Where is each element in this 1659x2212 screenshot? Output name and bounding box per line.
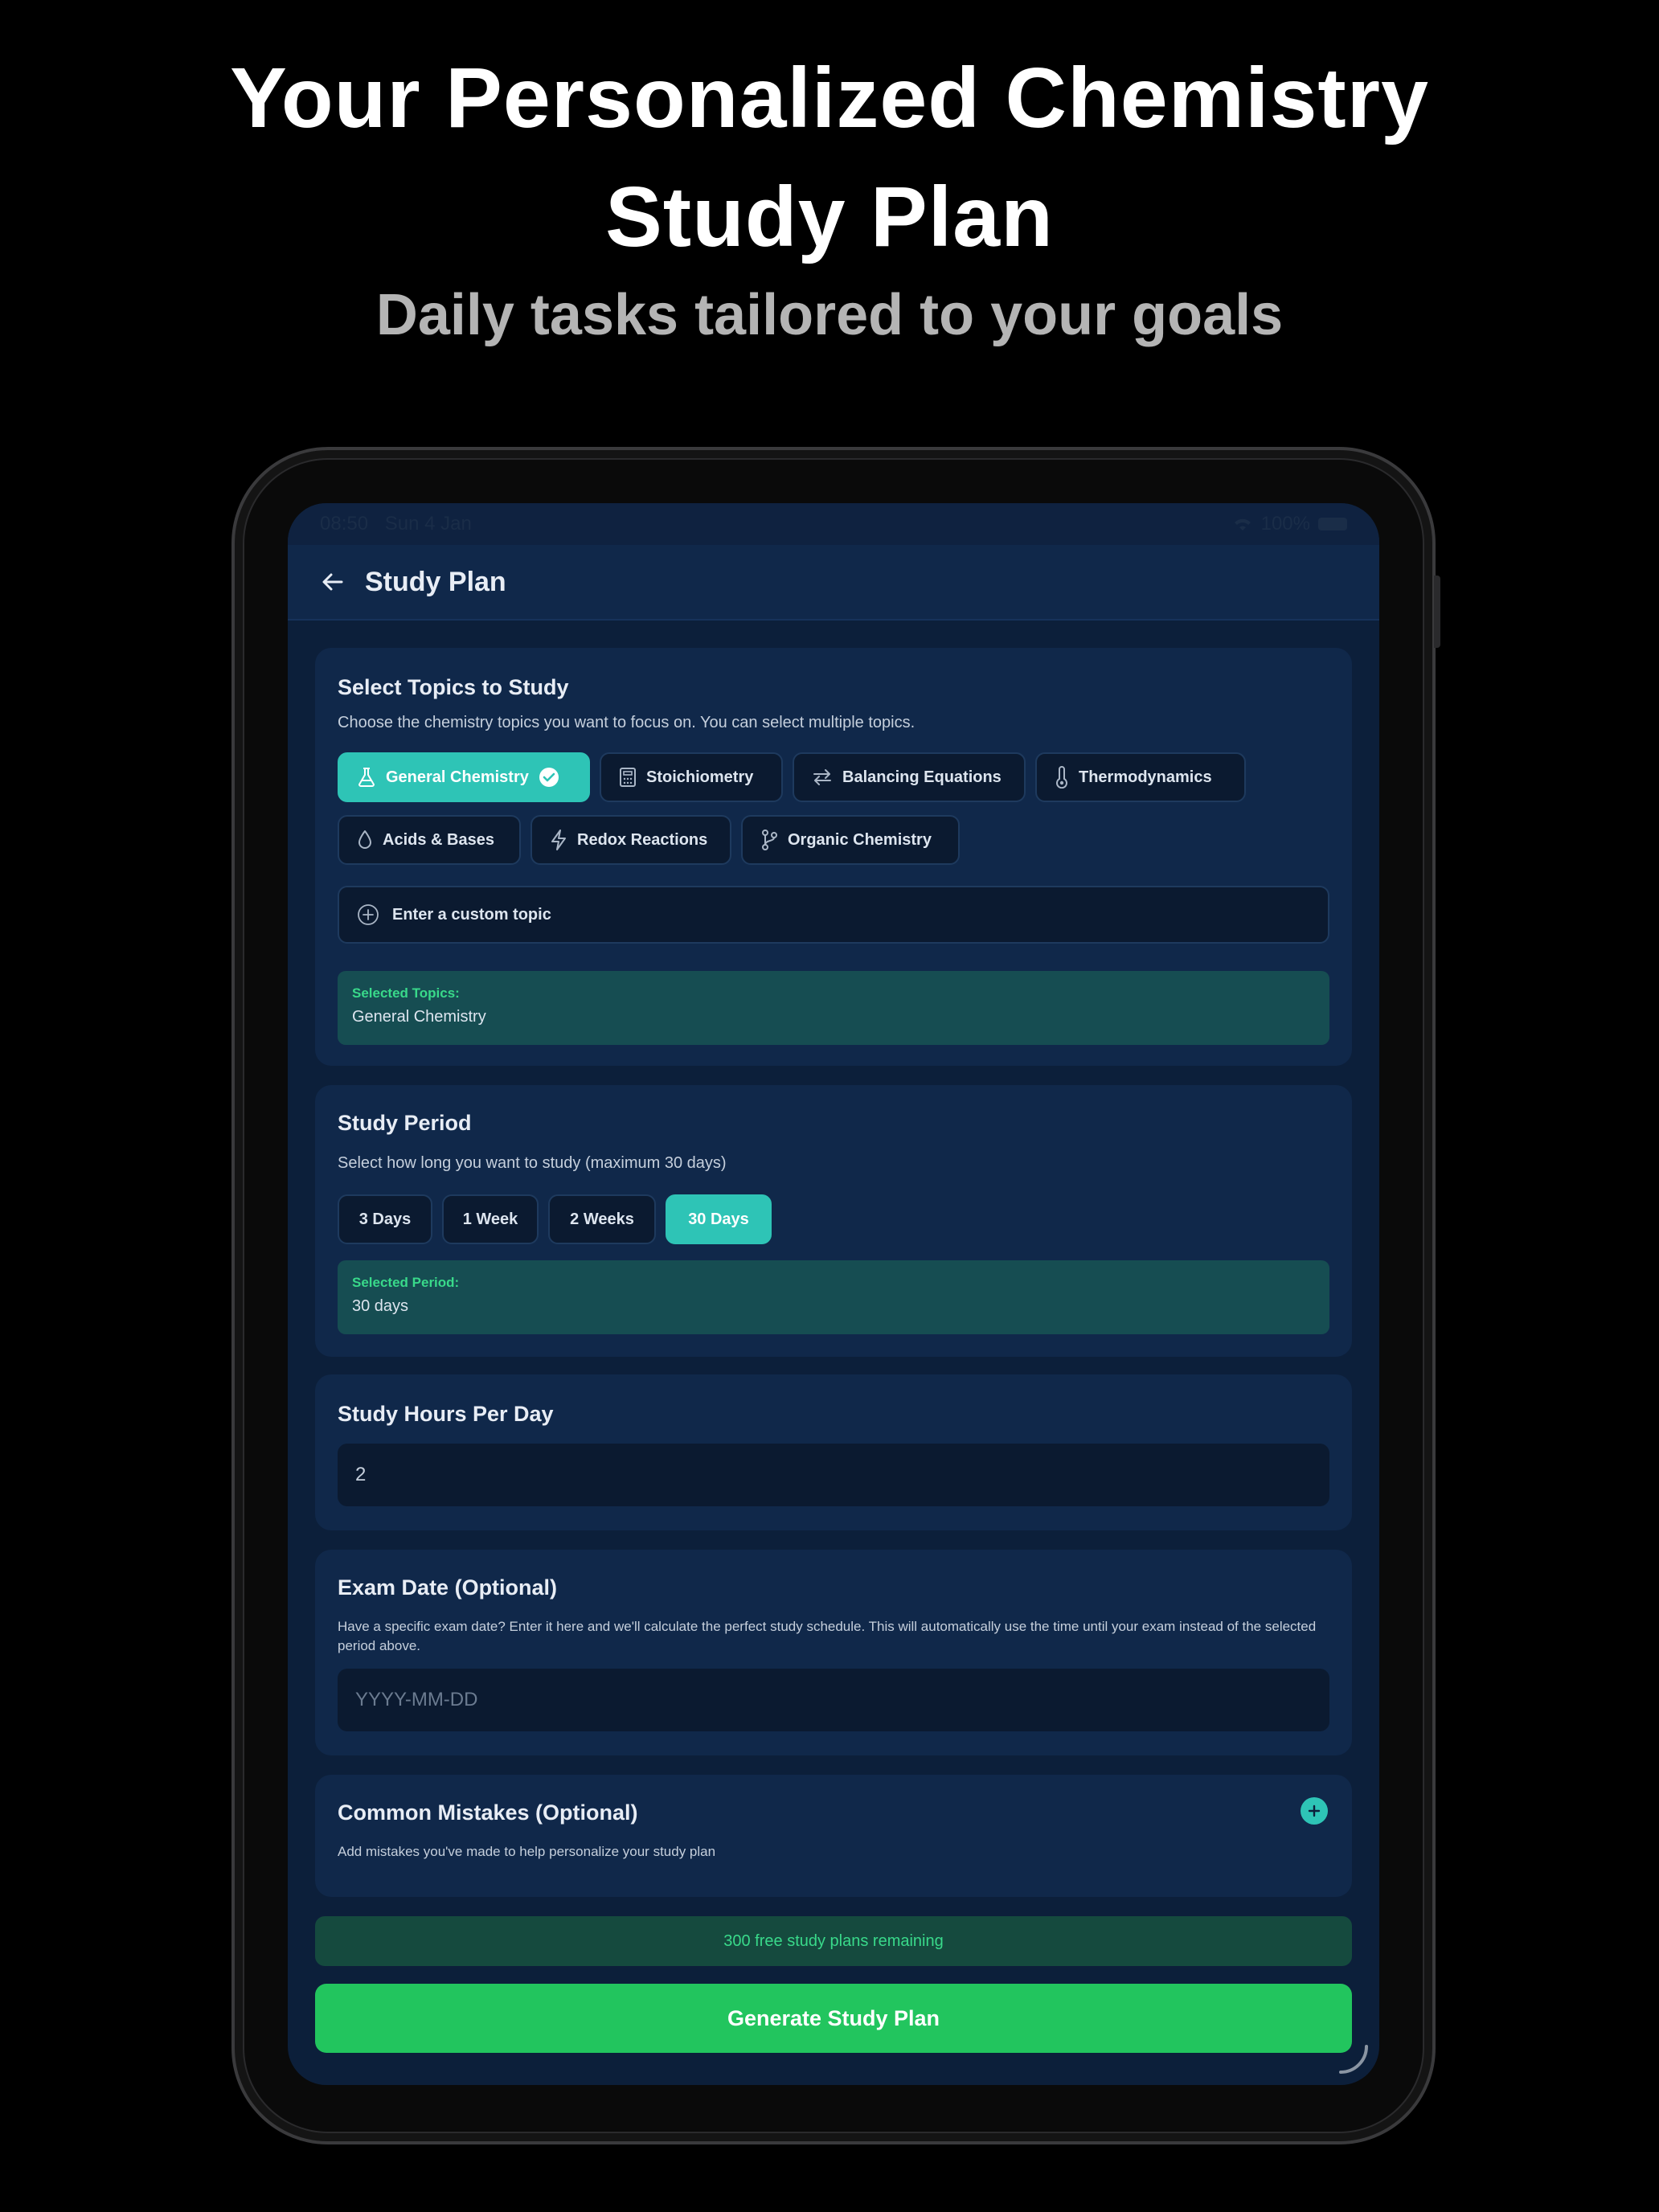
hours-input[interactable]: 2 xyxy=(338,1444,1329,1506)
period-description: Select how long you want to study (maxim… xyxy=(338,1154,727,1172)
selected-topics-value: General Chemistry xyxy=(352,1008,486,1026)
custom-topic-placeholder: Enter a custom topic xyxy=(392,905,551,924)
topics-title: Select Topics to Study xyxy=(338,675,569,699)
chip-label: Stoichiometry xyxy=(646,768,754,786)
chip-balancing-equations[interactable]: Balancing Equations xyxy=(793,752,1026,802)
status-time: 08:50 xyxy=(320,513,369,535)
chip-acids-bases[interactable]: Acids & Bases xyxy=(338,815,521,865)
promo-subheadline: Daily tasks tailored to your goals xyxy=(375,283,1284,347)
period-option-label: 1 Week xyxy=(462,1210,518,1228)
arrows-exchange-icon xyxy=(813,769,831,785)
back-button[interactable] xyxy=(317,566,349,598)
add-mistake-button[interactable] xyxy=(1301,1797,1328,1825)
mistakes-description: Add mistakes you've made to help persona… xyxy=(338,1844,716,1859)
period-option-30-days[interactable]: 30 Days xyxy=(666,1194,772,1244)
promo-headline-line2: Study Plan xyxy=(605,170,1054,264)
period-option-label: 30 Days xyxy=(688,1210,749,1228)
nav-bar: Study Plan xyxy=(288,545,1379,621)
selected-topics-label: Selected Topics: xyxy=(352,985,460,1001)
period-option-3-days[interactable]: 3 Days xyxy=(338,1194,432,1244)
thermometer-icon xyxy=(1056,766,1067,789)
exam-card: Exam Date (Optional) Have a specific exa… xyxy=(315,1550,1352,1755)
period-title: Study Period xyxy=(338,1111,472,1135)
exam-title: Exam Date (Optional) xyxy=(338,1575,558,1600)
exam-description: Have a specific exam date? Enter it here… xyxy=(338,1619,1317,1653)
selected-topics-box: Selected Topics: General Chemistry xyxy=(338,971,1329,1045)
chip-label: Balancing Equations xyxy=(842,768,1002,786)
period-card: Study Period Select how long you want to… xyxy=(315,1085,1352,1357)
chip-label: Redox Reactions xyxy=(577,830,708,849)
generate-study-plan-button[interactable]: Generate Study Plan xyxy=(315,1984,1352,2053)
flask-icon xyxy=(358,768,375,787)
droplet-icon xyxy=(358,830,371,849)
status-date: Sun 4 Jan xyxy=(384,513,472,535)
selected-period-label: Selected Period: xyxy=(352,1275,460,1290)
exam-date-placeholder: YYYY-MM-DD xyxy=(355,1689,478,1710)
generate-button-label: Generate Study Plan xyxy=(727,2005,940,2030)
period-option-1-week[interactable]: 1 Week xyxy=(442,1194,539,1244)
period-option-label: 3 Days xyxy=(358,1210,412,1228)
exam-date-input[interactable]: YYYY-MM-DD xyxy=(338,1669,1329,1731)
period-option-2-weeks[interactable]: 2 Weeks xyxy=(548,1194,656,1244)
chip-label: General Chemistry xyxy=(386,768,529,786)
lightning-icon xyxy=(551,830,566,850)
mistakes-title: Common Mistakes (Optional) xyxy=(338,1800,638,1825)
wifi-icon xyxy=(1234,518,1251,530)
topics-card: Select Topics to Study Choose the chemis… xyxy=(315,648,1352,1066)
status-bar: 08:50 Sun 4 Jan 100% xyxy=(288,503,1379,545)
topics-description: Choose the chemistry topics you want to … xyxy=(338,714,916,731)
plus-icon xyxy=(1308,1804,1321,1817)
selected-period-box: Selected Period: 30 days xyxy=(338,1260,1329,1334)
free-plans-remaining-banner: 300 free study plans remaining xyxy=(315,1916,1352,1966)
check-circle-icon xyxy=(539,768,559,787)
custom-topic-input[interactable]: Enter a custom topic xyxy=(338,886,1329,944)
hours-card: Study Hours Per Day 2 xyxy=(315,1374,1352,1530)
mistakes-card: Common Mistakes (Optional) Add mistakes … xyxy=(315,1775,1352,1897)
free-plans-remaining-text: 300 free study plans remaining xyxy=(723,1931,944,1950)
page-title: Study Plan xyxy=(365,566,506,597)
chip-label: Organic Chemistry xyxy=(788,830,932,849)
chip-label: Acids & Bases xyxy=(383,830,494,849)
chip-redox-reactions[interactable]: Redox Reactions xyxy=(530,815,731,865)
promo-headline: Your Personalized Chemistry Study Plan xyxy=(0,39,1659,276)
chip-general-chemistry[interactable]: General Chemistry xyxy=(338,752,590,802)
arrow-left-icon xyxy=(322,573,343,591)
chip-thermodynamics[interactable]: Thermodynamics xyxy=(1035,752,1246,802)
resize-corner-icon xyxy=(1339,2045,1368,2074)
hours-value: 2 xyxy=(355,1464,367,1485)
battery-icon xyxy=(1318,518,1347,530)
app-screen: 08:50 Sun 4 Jan 100% Study Plan Select T… xyxy=(288,503,1379,2085)
tablet-side-button xyxy=(1434,576,1440,648)
battery-percent: 100% xyxy=(1260,513,1310,535)
promo-headline-line1: Your Personalized Chemistry xyxy=(230,51,1429,145)
chip-stoichiometry[interactable]: Stoichiometry xyxy=(600,752,783,802)
chip-label: Thermodynamics xyxy=(1079,768,1212,786)
git-branch-icon xyxy=(762,830,777,850)
hours-title: Study Hours Per Day xyxy=(338,1402,554,1426)
period-option-label: 2 Weeks xyxy=(570,1210,634,1228)
plus-circle-icon xyxy=(358,904,379,925)
calculator-icon xyxy=(620,768,636,787)
chip-organic-chemistry[interactable]: Organic Chemistry xyxy=(741,815,960,865)
selected-period-value: 30 days xyxy=(352,1297,409,1315)
